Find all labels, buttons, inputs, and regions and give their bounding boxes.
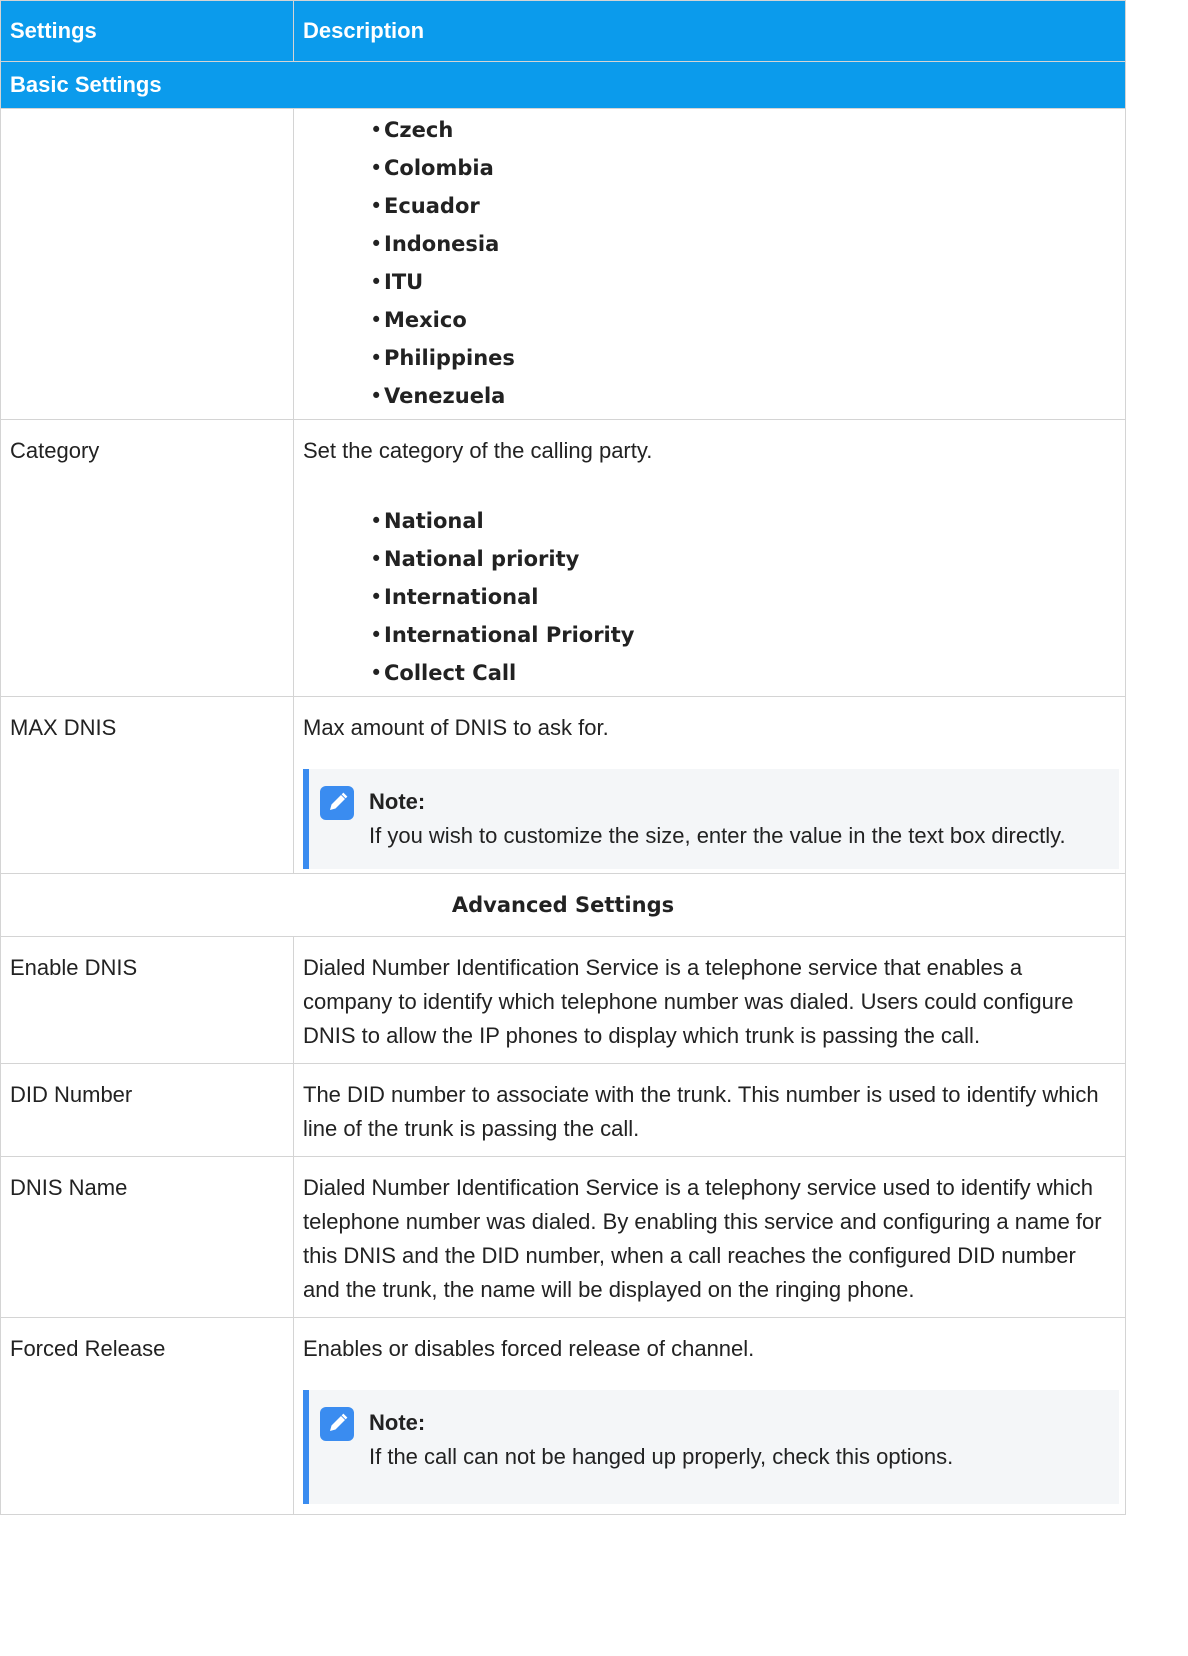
table-row: Enable DNIS Dialed Number Identification…	[0, 936, 1126, 1064]
option-label: National priority	[384, 547, 580, 571]
header-description: Description	[293, 0, 1126, 62]
bullet-icon: •	[370, 547, 383, 571]
bullet-icon: •	[370, 308, 383, 332]
row-name-max-dnis: MAX DNIS	[0, 696, 294, 874]
header-settings: Settings	[0, 0, 294, 62]
bullet-icon: •	[370, 623, 383, 647]
list-item: •National priority	[370, 540, 1115, 578]
category-description: Set the category of the calling party.	[303, 438, 653, 463]
option-label: Mexico	[384, 308, 467, 332]
list-item: •Colombia	[370, 149, 1115, 187]
row-desc-max-dnis: Max amount of DNIS to ask for. Note: If …	[293, 696, 1126, 874]
list-item: •National	[370, 502, 1115, 540]
pencil-note-icon	[320, 1407, 354, 1441]
list-item: •Mexico	[370, 301, 1115, 339]
option-label: International Priority	[384, 623, 635, 647]
table-row: MAX DNIS Max amount of DNIS to ask for. …	[0, 696, 1126, 874]
table-row: DID Number The DID number to associate w…	[0, 1063, 1126, 1157]
list-item: •Venezuela	[370, 377, 1115, 415]
table-row: DNIS Name Dialed Number Identification S…	[0, 1156, 1126, 1318]
note-box: Note: If you wish to customize the size,…	[303, 769, 1119, 869]
option-label: Venezuela	[384, 384, 506, 408]
bullet-icon: •	[370, 156, 383, 180]
row-desc-dnis-name: Dialed Number Identification Service is …	[293, 1156, 1126, 1318]
section-advanced-settings: Advanced Settings	[0, 873, 1126, 937]
row-name-empty	[0, 108, 294, 420]
bullet-icon: •	[370, 661, 383, 685]
list-item: •Czech	[370, 111, 1115, 149]
option-label: Ecuador	[384, 194, 480, 218]
list-item: •Indonesia	[370, 225, 1115, 263]
section-basic-settings: Basic Settings	[0, 61, 1126, 109]
row-desc-enable-dnis: Dialed Number Identification Service is …	[293, 936, 1126, 1064]
row-desc-countries: •Czech •Colombia •Ecuador •Indonesia •ITU •Me…	[293, 108, 1126, 420]
row-name-dnis-name: DNIS Name	[0, 1156, 294, 1318]
list-item: •ITU	[370, 263, 1115, 301]
list-item: •International Priority	[370, 616, 1115, 654]
note-text: If you wish to customize the size, enter…	[369, 823, 1066, 848]
note-box: Note: If the call can not be hanged up p…	[303, 1390, 1119, 1504]
option-label: Czech	[384, 118, 454, 142]
max-dnis-description: Max amount of DNIS to ask for.	[303, 715, 609, 740]
row-name-did-number: DID Number	[0, 1063, 294, 1157]
row-name-category: Category	[0, 419, 294, 697]
bullet-icon: •	[370, 232, 383, 256]
row-desc-forced-release: Enables or disables forced release of ch…	[293, 1317, 1126, 1515]
country-options-list: •Czech •Colombia •Ecuador •Indonesia •ITU •Me…	[303, 111, 1115, 415]
bullet-icon: •	[370, 509, 383, 533]
option-label: Philippines	[384, 346, 515, 370]
option-label: ITU	[384, 270, 424, 294]
row-desc-category: Set the category of the calling party. •…	[293, 419, 1126, 697]
bullet-icon: •	[370, 118, 383, 142]
section-title-advanced: Advanced Settings	[0, 873, 1126, 937]
section-title-basic: Basic Settings	[0, 61, 1126, 109]
settings-table: Settings Description Basic Settings •Cze…	[0, 0, 1126, 1515]
row-name-enable-dnis: Enable DNIS	[0, 936, 294, 1064]
list-item: •International	[370, 578, 1115, 616]
option-label: Indonesia	[384, 232, 500, 256]
row-desc-did-number: The DID number to associate with the tru…	[293, 1063, 1126, 1157]
list-item: •Collect Call	[370, 654, 1115, 692]
bullet-icon: •	[370, 194, 383, 218]
note-title: Note:	[369, 1410, 426, 1435]
option-label: International	[384, 585, 539, 609]
list-item: •Philippines	[370, 339, 1115, 377]
note-text: If the call can not be hanged up properl…	[369, 1444, 954, 1469]
option-label: Colombia	[384, 156, 494, 180]
pencil-note-icon	[320, 786, 354, 820]
row-name-forced-release: Forced Release	[0, 1317, 294, 1515]
table-row: Category Set the category of the calling…	[0, 419, 1126, 697]
category-options-list: •National •National priority •Internationa…	[303, 502, 1115, 692]
list-item: •Ecuador	[370, 187, 1115, 225]
note-title: Note:	[369, 789, 426, 814]
option-label: Collect Call	[384, 661, 517, 685]
table-row: Forced Release Enables or disables force…	[0, 1317, 1126, 1515]
forced-release-description: Enables or disables forced release of ch…	[303, 1336, 755, 1361]
table-header-row: Settings Description	[0, 0, 1126, 62]
option-label: National	[384, 509, 484, 533]
table-row: •Czech •Colombia •Ecuador •Indonesia •ITU •Me…	[0, 108, 1126, 420]
bullet-icon: •	[370, 585, 383, 609]
bullet-icon: •	[370, 270, 383, 294]
bullet-icon: •	[370, 346, 383, 370]
bullet-icon: •	[370, 384, 383, 408]
